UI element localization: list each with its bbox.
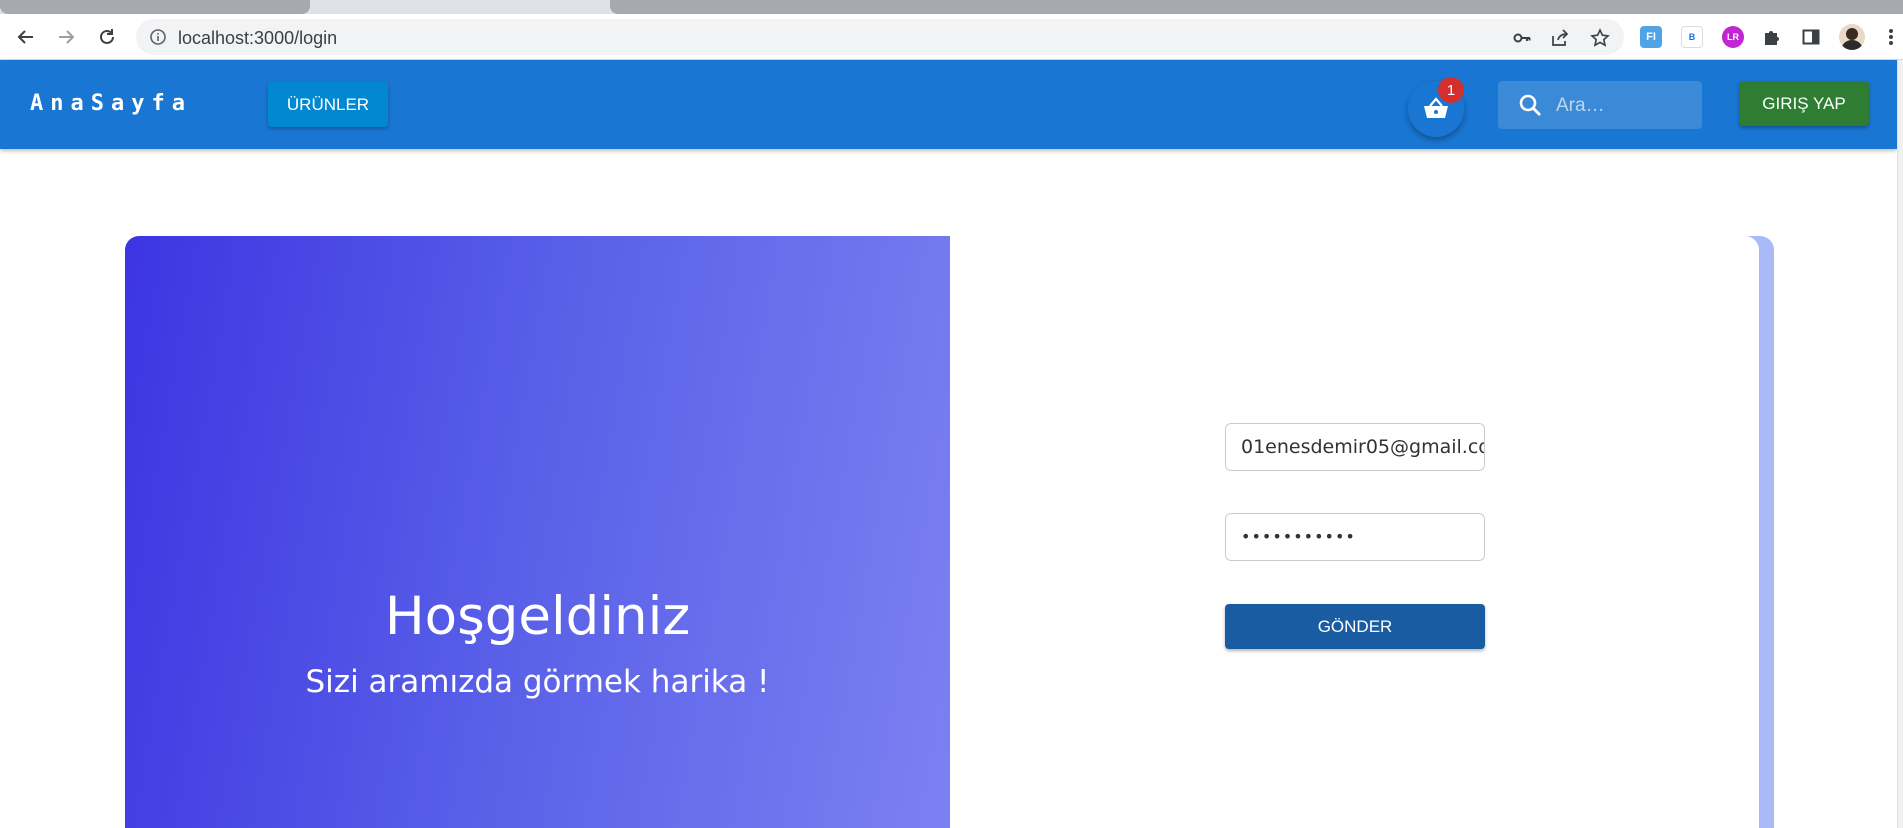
extension-fi-icon[interactable]: FI — [1640, 26, 1662, 48]
page-scrollbar[interactable] — [1897, 60, 1903, 828]
address-bar[interactable]: localhost:3000/login — [136, 19, 1624, 55]
star-icon[interactable] — [1590, 28, 1610, 48]
info-icon[interactable] — [149, 28, 167, 51]
cart-count-badge: 1 — [1438, 77, 1464, 103]
welcome-subtitle: Sizi aramızda görmek harika ! — [305, 664, 770, 700]
login-card: Hoşgeldiniz Sizi aramızda görmek harika … — [125, 236, 1759, 828]
search-input[interactable]: Ara… — [1498, 81, 1702, 129]
extension-lr-icon[interactable]: LR — [1722, 26, 1744, 48]
welcome-title: Hoşgeldiniz — [384, 586, 691, 647]
browser-tabstrip — [0, 0, 1903, 14]
browser-tab[interactable] — [610, 0, 1903, 14]
browser-toolbar: localhost:3000/login FI B LR — [0, 14, 1903, 60]
email-field[interactable]: 01enesdemir05@gmail.com — [1225, 423, 1485, 471]
puzzle-icon[interactable] — [1761, 26, 1783, 48]
password-field[interactable]: ••••••••••• — [1225, 513, 1485, 561]
login-button[interactable]: GIRIŞ YAP — [1739, 81, 1869, 126]
url-text: localhost:3000/login — [178, 28, 338, 48]
profile-avatar[interactable] — [1839, 24, 1865, 50]
sidepanel-icon[interactable] — [1800, 26, 1822, 48]
reload-icon[interactable] — [93, 23, 121, 51]
browser-tab[interactable] — [0, 0, 310, 14]
extension-b-icon[interactable]: B — [1681, 26, 1703, 48]
share-icon[interactable] — [1550, 28, 1570, 48]
app-bar: AnaSayfa ÜRÜNLER 1 Ara… GIRIŞ YAP — [0, 60, 1897, 149]
submit-button[interactable]: GÖNDER — [1225, 604, 1485, 649]
brand-link[interactable]: AnaSayfa — [30, 91, 192, 116]
search-placeholder: Ara… — [1556, 95, 1605, 116]
menu-icon[interactable] — [1880, 26, 1902, 48]
products-button[interactable]: ÜRÜNLER — [268, 82, 388, 127]
welcome-panel: Hoşgeldiniz Sizi aramızda görmek harika … — [125, 236, 950, 828]
search-icon — [1518, 93, 1542, 122]
back-icon[interactable] — [12, 23, 40, 51]
forward-icon[interactable] — [52, 23, 80, 51]
key-icon[interactable] — [1512, 28, 1532, 48]
